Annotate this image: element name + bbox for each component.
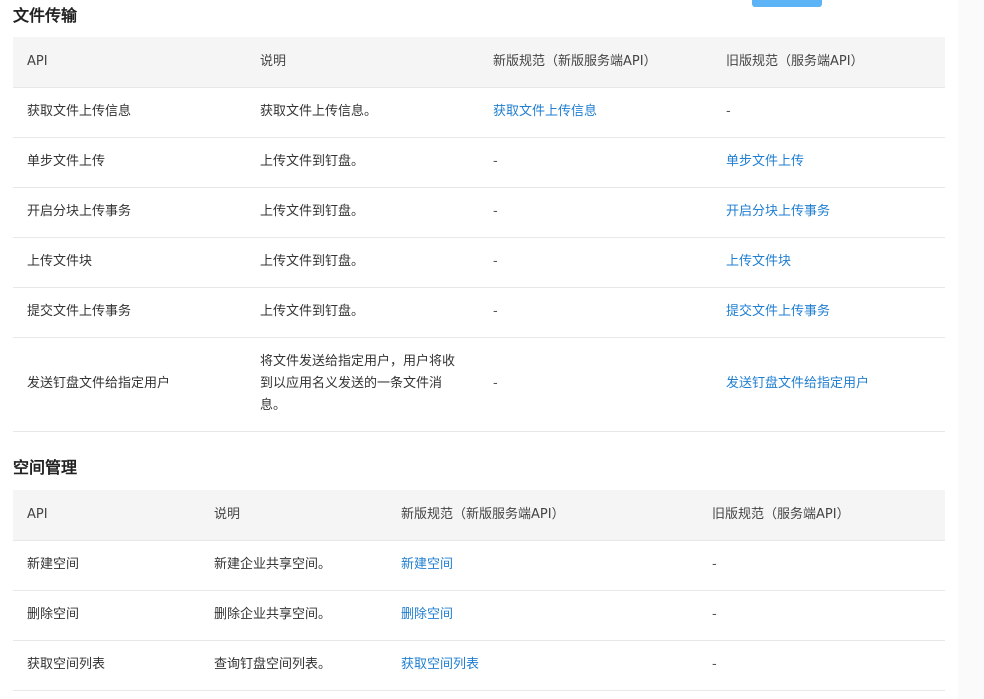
section-title-space-management: 空间管理 (13, 458, 78, 477)
new-spec-link[interactable]: 新建空间 (401, 557, 453, 572)
header-old-spec: 旧版规范（服务端API） (698, 490, 945, 541)
old-spec-cell: 发送钉盘文件给指定用户 (712, 337, 945, 432)
api-description: 获取文件上传信息。 (246, 87, 479, 138)
new-spec-link[interactable]: 获取空间列表 (401, 657, 479, 672)
right-scroll-area (958, 0, 984, 699)
api-name: 发送钉盘文件给指定用户 (13, 337, 246, 432)
header-api: API (13, 490, 200, 541)
section-title-file-transfer: 文件传输 (13, 6, 78, 25)
api-name: 单步文件上传 (13, 137, 246, 188)
old-spec-empty: - (698, 590, 945, 641)
api-name: 上传文件块 (13, 237, 246, 288)
new-spec-empty: - (479, 337, 712, 432)
table-row: 新建空间 新建企业共享空间。 新建空间 - (13, 540, 945, 591)
old-spec-cell: 提交文件上传事务 (712, 287, 945, 338)
api-name: 开启分块上传事务 (13, 187, 246, 238)
new-spec-cell: 新建空间 (387, 540, 698, 591)
table-header-row: API 说明 新版规范（新版服务端API） 旧版规范（服务端API） (13, 490, 945, 541)
table-row: 获取文件上传信息 获取文件上传信息。 获取文件上传信息 - (13, 87, 945, 138)
old-spec-cell: 单步文件上传 (712, 137, 945, 188)
new-spec-cell: 获取文件上传信息 (479, 87, 712, 138)
old-spec-cell: 上传文件块 (712, 237, 945, 288)
header-description: 说明 (200, 490, 387, 541)
header-new-spec: 新版规范（新版服务端API） (387, 490, 698, 541)
api-description: 新建企业共享空间。 (200, 540, 387, 591)
old-spec-empty: - (698, 640, 945, 691)
file-transfer-table: API 说明 新版规范（新版服务端API） 旧版规范（服务端API） 获取文件上… (13, 37, 945, 432)
api-name: 新建空间 (13, 540, 200, 591)
table-header-row: API 说明 新版规范（新版服务端API） 旧版规范（服务端API） (13, 37, 945, 88)
api-name: 获取文件上传信息 (13, 87, 246, 138)
old-spec-link[interactable]: 开启分块上传事务 (726, 204, 830, 219)
new-spec-link[interactable]: 获取文件上传信息 (493, 104, 597, 119)
api-description: 查询钉盘空间列表。 (200, 640, 387, 691)
old-spec-empty: - (712, 87, 945, 138)
page: 文件传输 API 说明 新版规范（新版服务端API） 旧版规范（服务端API） … (0, 0, 984, 699)
old-spec-empty: - (698, 540, 945, 591)
api-name: 删除空间 (13, 590, 200, 641)
old-spec-link[interactable]: 发送钉盘文件给指定用户 (726, 376, 869, 391)
table-row: 上传文件块 上传文件到钉盘。 - 上传文件块 (13, 237, 945, 288)
new-spec-empty: - (479, 187, 712, 238)
table-row: 获取空间列表 查询钉盘空间列表。 获取空间列表 - (13, 640, 945, 691)
old-spec-link[interactable]: 单步文件上传 (726, 154, 804, 169)
api-name: 获取空间列表 (13, 640, 200, 691)
table-row: 发送钉盘文件给指定用户 将文件发送给指定用户，用户将收到以应用名义发送的一条文件… (13, 337, 945, 432)
new-spec-empty: - (479, 237, 712, 288)
api-description: 上传文件到钉盘。 (246, 137, 479, 188)
old-spec-cell: 开启分块上传事务 (712, 187, 945, 238)
header-old-spec: 旧版规范（服务端API） (712, 37, 945, 88)
new-spec-cell: 删除空间 (387, 590, 698, 641)
old-spec-link[interactable]: 提交文件上传事务 (726, 304, 830, 319)
api-description: 上传文件到钉盘。 (246, 237, 479, 288)
table-row: 单步文件上传 上传文件到钉盘。 - 单步文件上传 (13, 137, 945, 188)
api-description: 上传文件到钉盘。 (246, 187, 479, 238)
header-new-spec: 新版规范（新版服务端API） (479, 37, 712, 88)
table-row: 开启分块上传事务 上传文件到钉盘。 - 开启分块上传事务 (13, 187, 945, 238)
old-spec-link[interactable]: 上传文件块 (726, 254, 791, 269)
top-action-button[interactable] (752, 0, 822, 7)
api-description: 上传文件到钉盘。 (246, 287, 479, 338)
api-name: 提交文件上传事务 (13, 287, 246, 338)
new-spec-link[interactable]: 删除空间 (401, 607, 453, 622)
new-spec-empty: - (479, 287, 712, 338)
table-row: 删除空间 删除企业共享空间。 删除空间 - (13, 590, 945, 641)
space-management-table: API 说明 新版规范（新版服务端API） 旧版规范（服务端API） 新建空间 … (13, 490, 945, 691)
header-api: API (13, 37, 246, 88)
api-description: 将文件发送给指定用户，用户将收到以应用名义发送的一条文件消息。 (246, 337, 479, 432)
table-row: 提交文件上传事务 上传文件到钉盘。 - 提交文件上传事务 (13, 287, 945, 338)
api-description: 删除企业共享空间。 (200, 590, 387, 641)
new-spec-empty: - (479, 137, 712, 188)
new-spec-cell: 获取空间列表 (387, 640, 698, 691)
header-description: 说明 (246, 37, 479, 88)
